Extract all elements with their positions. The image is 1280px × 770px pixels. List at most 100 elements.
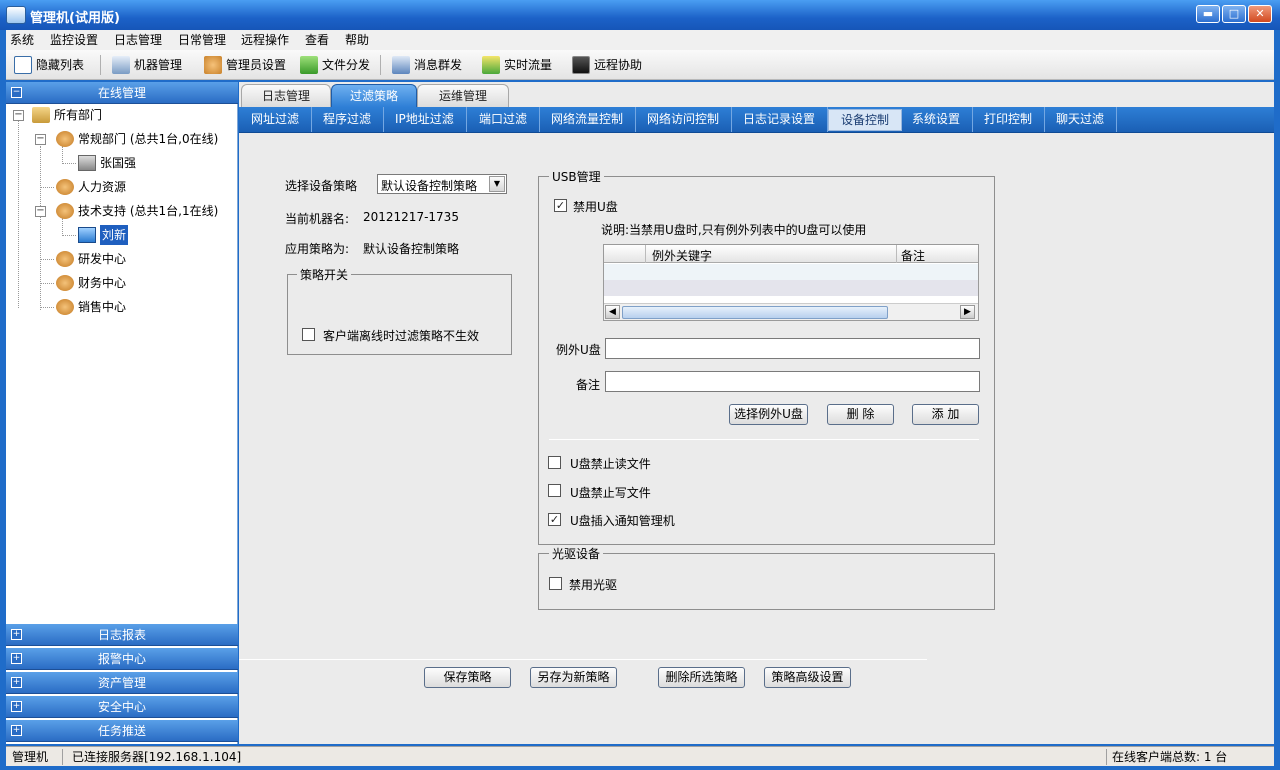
table-header-corner	[604, 245, 646, 263]
menu-monitor-settings[interactable]: 监控设置	[50, 31, 98, 49]
tab-log-mgmt[interactable]: 日志管理	[241, 84, 331, 107]
notify-checkbox[interactable]: ✓	[548, 513, 561, 526]
tree-line	[18, 120, 19, 308]
horizontal-scrollbar[interactable]: ◀ ▶	[604, 303, 978, 320]
table-row	[604, 264, 978, 280]
subtab-access-control[interactable]: 网络访问控制	[635, 107, 733, 132]
usb-note: 说明:当禁用U盘时,只有例外列表中的U盘可以使用	[601, 223, 867, 237]
save-policy-button[interactable]: 保存策略	[424, 667, 511, 688]
tree-node-dept[interactable]: 研发中心	[56, 249, 126, 269]
menu-remote-ops[interactable]: 远程操作	[241, 31, 289, 49]
subtab-device-control[interactable]: 设备控制	[828, 109, 903, 131]
close-button[interactable]: ✕	[1248, 5, 1272, 23]
col-divider	[896, 245, 897, 263]
disable-udisk-label: 禁用U盘	[573, 200, 618, 214]
left-pane: − 在线管理 − 所有部门 − 常规部门 (总共1台,0在线) 张国强 人力资源 …	[6, 82, 238, 744]
file-dist-button[interactable]: 文件分发	[300, 54, 370, 76]
status-bar: 管理机 已连接服务器[192.168.1.104] 在线客户端总数: 1 台	[6, 746, 1274, 766]
online-mgmt-header[interactable]: − 在线管理	[6, 82, 238, 104]
remark-input[interactable]	[605, 371, 980, 392]
section-log-report[interactable]: + 日志报表	[6, 624, 238, 646]
section-alarm-center[interactable]: + 报警中心	[6, 648, 238, 670]
menu-daily-mgmt[interactable]: 日常管理	[178, 31, 226, 49]
expand-icon: +	[11, 725, 22, 736]
remark-label: 备注	[576, 378, 601, 392]
tree-node-dept[interactable]: 财务中心	[56, 273, 126, 293]
exception-table[interactable]: 例外关键字 备注 ◀ ▶	[603, 244, 979, 321]
subtab-system-settings[interactable]: 系统设置	[900, 107, 974, 132]
table-row	[604, 280, 978, 296]
monitor-icon	[572, 56, 590, 74]
toolbar: 隐藏列表 机器管理 管理员设置 文件分发 消息群发 实时流量 远程协助	[6, 50, 1274, 80]
scroll-left-icon[interactable]: ◀	[605, 305, 620, 319]
file-share-icon	[300, 56, 318, 74]
no-read-label: U盘禁止读文件	[570, 457, 651, 471]
tree-node-user-selected[interactable]: 刘新	[78, 225, 129, 245]
msg-broadcast-button[interactable]: 消息群发	[392, 54, 462, 76]
subtab-chat-filter[interactable]: 聊天过滤	[1044, 107, 1118, 132]
tab-filter-policy[interactable]: 过滤策略	[331, 84, 417, 107]
no-read-checkbox[interactable]	[548, 456, 561, 469]
menu-log-mgmt[interactable]: 日志管理	[114, 31, 162, 49]
subtab-port-filter[interactable]: 端口过滤	[467, 107, 541, 132]
disable-udisk-checkbox[interactable]: ✓	[554, 199, 567, 212]
exception-udisk-label: 例外U盘	[556, 343, 601, 357]
admin-settings-button[interactable]: 管理员设置	[204, 54, 286, 76]
menu-system[interactable]: 系统	[10, 31, 34, 49]
delete-policy-button[interactable]: 删除所选策略	[658, 667, 745, 688]
tree-node-dept[interactable]: 销售中心	[56, 297, 126, 317]
status-online-count: 在线客户端总数: 1 台	[1112, 750, 1228, 764]
status-divider	[62, 749, 63, 765]
subtab-ip-filter[interactable]: IP地址过滤	[383, 107, 467, 132]
tree-node-root[interactable]: 所有部门	[32, 105, 102, 125]
col-keyword: 例外关键字	[652, 249, 713, 263]
add-button[interactable]: 添 加	[912, 404, 979, 425]
menu-help[interactable]: 帮助	[345, 31, 369, 49]
scroll-right-icon[interactable]: ▶	[960, 305, 975, 319]
subtab-program-filter[interactable]: 程序过滤	[311, 107, 385, 132]
delete-button[interactable]: 删 除	[827, 404, 894, 425]
no-write-checkbox[interactable]	[548, 484, 561, 497]
policy-select[interactable]: 默认设备控制策略 ▼	[377, 174, 507, 194]
save-as-policy-button[interactable]: 另存为新策略	[530, 667, 617, 688]
app-icon	[6, 6, 26, 24]
hide-list-button[interactable]: 隐藏列表	[14, 54, 84, 76]
group-icon	[56, 251, 74, 267]
maximize-button[interactable]: □	[1222, 5, 1246, 23]
subtab-print-control[interactable]: 打印控制	[972, 107, 1046, 132]
advanced-settings-button[interactable]: 策略高级设置	[764, 667, 851, 688]
tree-collapse-toggle[interactable]: −	[35, 134, 46, 145]
scroll-thumb[interactable]	[622, 306, 888, 319]
subtab-log-settings[interactable]: 日志记录设置	[731, 107, 829, 132]
status-divider	[1106, 749, 1107, 765]
machine-mgmt-button[interactable]: 机器管理	[112, 54, 182, 76]
offline-policy-checkbox[interactable]	[302, 328, 315, 341]
tree-node-user[interactable]: 张国强	[78, 153, 136, 173]
realtime-traffic-button[interactable]: 实时流量	[482, 54, 552, 76]
disable-optical-checkbox[interactable]	[549, 577, 562, 590]
list-icon	[14, 56, 32, 74]
minimize-button[interactable]: ▬	[1196, 5, 1220, 23]
tree-node-dept[interactable]: 技术支持 (总共1台,1在线)	[56, 201, 218, 221]
tree-node-dept[interactable]: 人力资源	[56, 177, 126, 197]
tree-node-dept[interactable]: 常规部门 (总共1台,0在线)	[56, 129, 218, 149]
tree-collapse-toggle[interactable]: −	[35, 206, 46, 217]
section-task-push[interactable]: + 任务推送	[6, 720, 238, 742]
tab-ops-mgmt[interactable]: 运维管理	[417, 84, 509, 107]
subtab-traffic-control[interactable]: 网络流量控制	[539, 107, 637, 132]
offline-policy-label: 客户端离线时过滤策略不生效	[323, 329, 480, 343]
section-security-center[interactable]: + 安全中心	[6, 696, 238, 718]
select-policy-label: 选择设备策略	[285, 179, 358, 193]
exception-udisk-input[interactable]	[605, 338, 980, 359]
tree-collapse-toggle[interactable]: −	[13, 110, 24, 121]
table-header: 例外关键字 备注	[604, 245, 978, 263]
section-asset-mgmt[interactable]: + 资产管理	[6, 672, 238, 694]
computer-icon	[112, 56, 130, 74]
usb-group-title: USB管理	[549, 168, 604, 185]
select-exception-button[interactable]: 选择例外U盘	[729, 404, 808, 425]
toolbar-separator	[380, 55, 381, 75]
remote-assist-button[interactable]: 远程协助	[572, 54, 642, 76]
machine-name-label: 当前机器名:	[285, 212, 350, 226]
subtab-url-filter[interactable]: 网址过滤	[239, 107, 313, 132]
menu-view[interactable]: 查看	[305, 31, 329, 49]
